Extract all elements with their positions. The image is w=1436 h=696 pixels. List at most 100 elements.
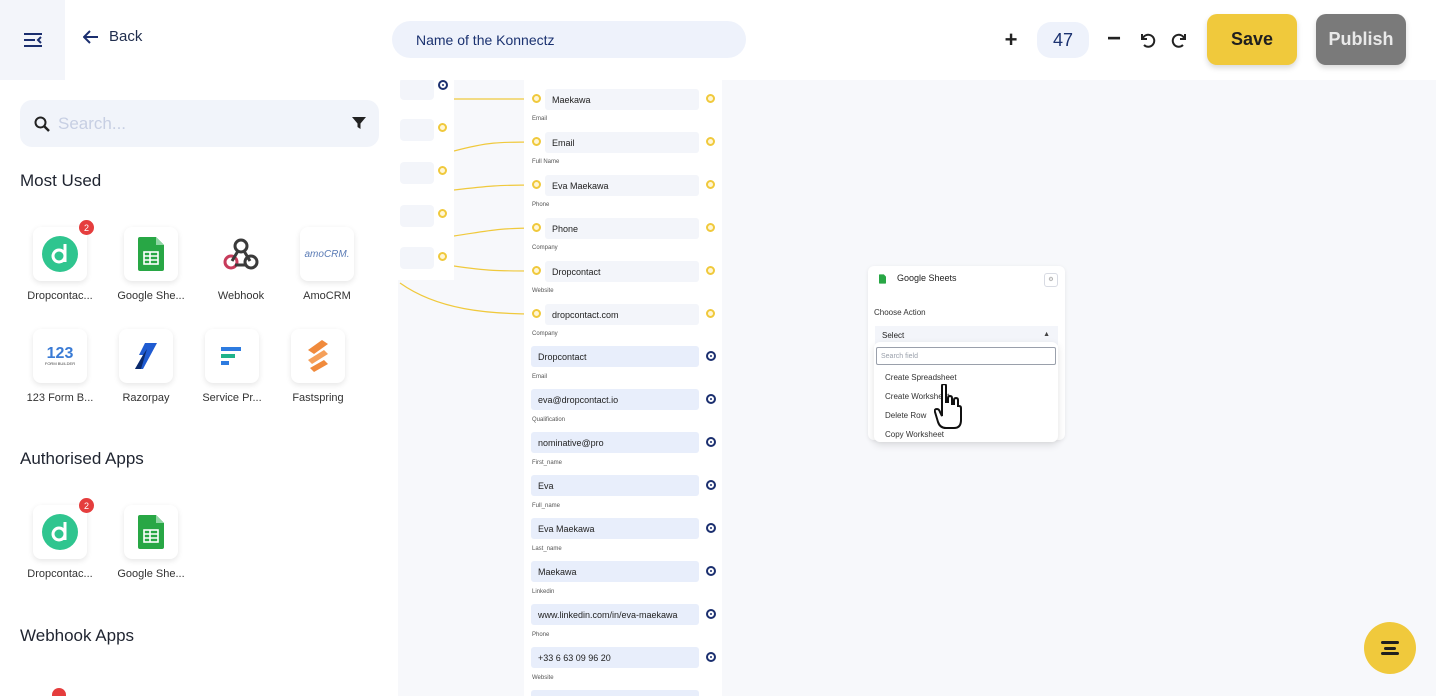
redo-icon[interactable] — [1170, 30, 1190, 50]
connector-dot[interactable] — [706, 523, 716, 533]
app-label: Service Pr... — [202, 392, 262, 404]
app-razorpay[interactable]: Razorpay — [104, 329, 188, 404]
connector-dot[interactable] — [438, 80, 448, 90]
zoom-in-button[interactable]: + — [1000, 28, 1022, 52]
connector-dot[interactable] — [706, 609, 716, 619]
chevron-up-icon: ▲ — [1043, 331, 1050, 338]
output-field[interactable]: www.linkedin.com/in/eva-maekawa — [531, 604, 699, 625]
connector-dot[interactable] — [706, 437, 716, 447]
app-123-form-builder[interactable]: 123 FORM BUILDER 123 Form B... — [18, 329, 102, 404]
output-field[interactable] — [531, 690, 699, 696]
connector-dot[interactable] — [438, 252, 447, 261]
app-webhook[interactable]: Webhook — [199, 227, 283, 302]
dropdown-option[interactable]: Delete Row — [885, 411, 926, 420]
dropdown-search-input[interactable]: Search field — [876, 347, 1056, 365]
collapse-menu-button[interactable] — [0, 0, 65, 80]
connector-dot[interactable] — [532, 266, 541, 275]
app-tile — [205, 329, 259, 383]
connector-dot[interactable] — [706, 351, 716, 361]
app-dropcontact-authorised[interactable]: 2 Dropcontac... — [18, 498, 102, 580]
dropcontact-icon — [42, 514, 78, 550]
field-label: Phone — [532, 202, 550, 208]
action-dropdown: Search field Create Spreadsheet Create W… — [874, 342, 1058, 442]
connector-dot[interactable] — [438, 166, 447, 175]
workflow-canvas[interactable]: Maekawa Email Email Full Name Eva Maekaw… — [398, 80, 1436, 696]
node-settings-icon[interactable]: ⚙ — [1044, 273, 1058, 287]
app-search[interactable]: Search... — [20, 100, 379, 147]
google-sheets-icon — [879, 274, 886, 284]
app-sidebar: Search... Most Used 2 Dropcontac... Goog… — [0, 80, 398, 696]
notification-badge: 2 — [79, 220, 94, 235]
source-field — [400, 247, 434, 269]
connector-dot[interactable] — [706, 94, 715, 103]
save-button[interactable]: Save — [1207, 14, 1297, 65]
connector-dot[interactable] — [706, 394, 716, 404]
most-used-heading: Most Used — [20, 171, 102, 190]
chat-icon — [1381, 641, 1399, 655]
search-input[interactable]: Search... — [58, 114, 126, 134]
connector-dot[interactable] — [532, 309, 541, 318]
app-label: Google She... — [117, 568, 185, 580]
app-amocrm[interactable]: amoCRM. AmoCRM — [285, 227, 369, 302]
app-label: 123 Form B... — [26, 392, 94, 404]
app-tile — [124, 505, 178, 559]
zoom-out-button[interactable]: − — [1104, 26, 1124, 52]
field-label: Website — [532, 288, 554, 294]
connector-dot[interactable] — [706, 223, 715, 232]
app-tile — [291, 329, 345, 383]
connector-dot[interactable] — [438, 209, 447, 218]
source-field — [400, 162, 434, 184]
connector-dot[interactable] — [706, 137, 715, 146]
connector-dot[interactable] — [532, 94, 541, 103]
service-provider-icon — [221, 347, 241, 365]
filter-icon[interactable] — [351, 115, 367, 131]
app-service-provider[interactable]: Service Pr... — [190, 329, 274, 404]
output-field[interactable]: eva@dropcontact.io — [531, 389, 699, 410]
authorised-apps-heading: Authorised Apps — [20, 449, 144, 468]
connector-dot[interactable] — [706, 180, 715, 189]
connector-dot[interactable] — [706, 266, 715, 275]
output-field[interactable]: nominative@pro — [531, 432, 699, 453]
output-field[interactable]: Eva — [531, 475, 699, 496]
logo-subtext: FORM BUILDER — [44, 361, 76, 366]
mapped-field[interactable]: Eva Maekawa — [545, 175, 699, 196]
app-label: Dropcontac... — [27, 290, 93, 302]
app-label: AmoCRM — [303, 290, 351, 302]
connector-dot[interactable] — [532, 223, 541, 232]
connector-dot[interactable] — [532, 180, 541, 189]
mapped-field[interactable]: Phone — [545, 218, 699, 239]
app-label: Google She... — [117, 290, 185, 302]
output-field[interactable]: Maekawa — [531, 561, 699, 582]
connector-dot[interactable] — [706, 566, 716, 576]
connector-dot[interactable] — [706, 309, 715, 318]
source-field — [400, 80, 434, 100]
arrow-left-icon — [83, 29, 98, 44]
connector-dot[interactable] — [706, 480, 716, 490]
hand-cursor-icon — [934, 384, 962, 429]
app-google-sheets-authorised[interactable]: Google She... — [109, 505, 193, 580]
connector-dot[interactable] — [706, 652, 716, 662]
publish-button[interactable]: Publish — [1316, 14, 1406, 65]
app-dropcontact[interactable]: 2 Dropcontac... — [18, 220, 102, 302]
123-form-builder-icon: 123 FORM BUILDER — [45, 346, 75, 366]
dropdown-option[interactable]: Create Spreadsheet — [885, 373, 957, 382]
output-field[interactable]: +33 6 63 09 96 20 — [531, 647, 699, 668]
mapped-field[interactable]: Maekawa — [545, 89, 699, 110]
app-label: Webhook — [217, 290, 265, 302]
notification-badge: 2 — [79, 498, 94, 513]
output-field[interactable]: Eva Maekawa — [531, 518, 699, 539]
mapped-field[interactable]: Dropcontact — [545, 261, 699, 282]
output-field[interactable]: Dropcontact — [531, 346, 699, 367]
app-google-sheets[interactable]: Google She... — [109, 227, 193, 302]
undo-icon[interactable] — [1137, 30, 1157, 50]
back-button[interactable]: Back — [83, 28, 142, 45]
mapped-field[interactable]: Email — [545, 132, 699, 153]
chat-support-button[interactable] — [1364, 622, 1416, 674]
connector-dot[interactable] — [438, 123, 447, 132]
app-fastspring[interactable]: Fastspring — [276, 329, 360, 404]
razorpay-icon — [135, 343, 157, 369]
konnectz-name-input[interactable]: Name of the Konnectz — [392, 21, 746, 58]
mapped-field[interactable]: dropcontact.com — [545, 304, 699, 325]
connector-dot[interactable] — [532, 137, 541, 146]
field-label: Email — [532, 116, 548, 122]
